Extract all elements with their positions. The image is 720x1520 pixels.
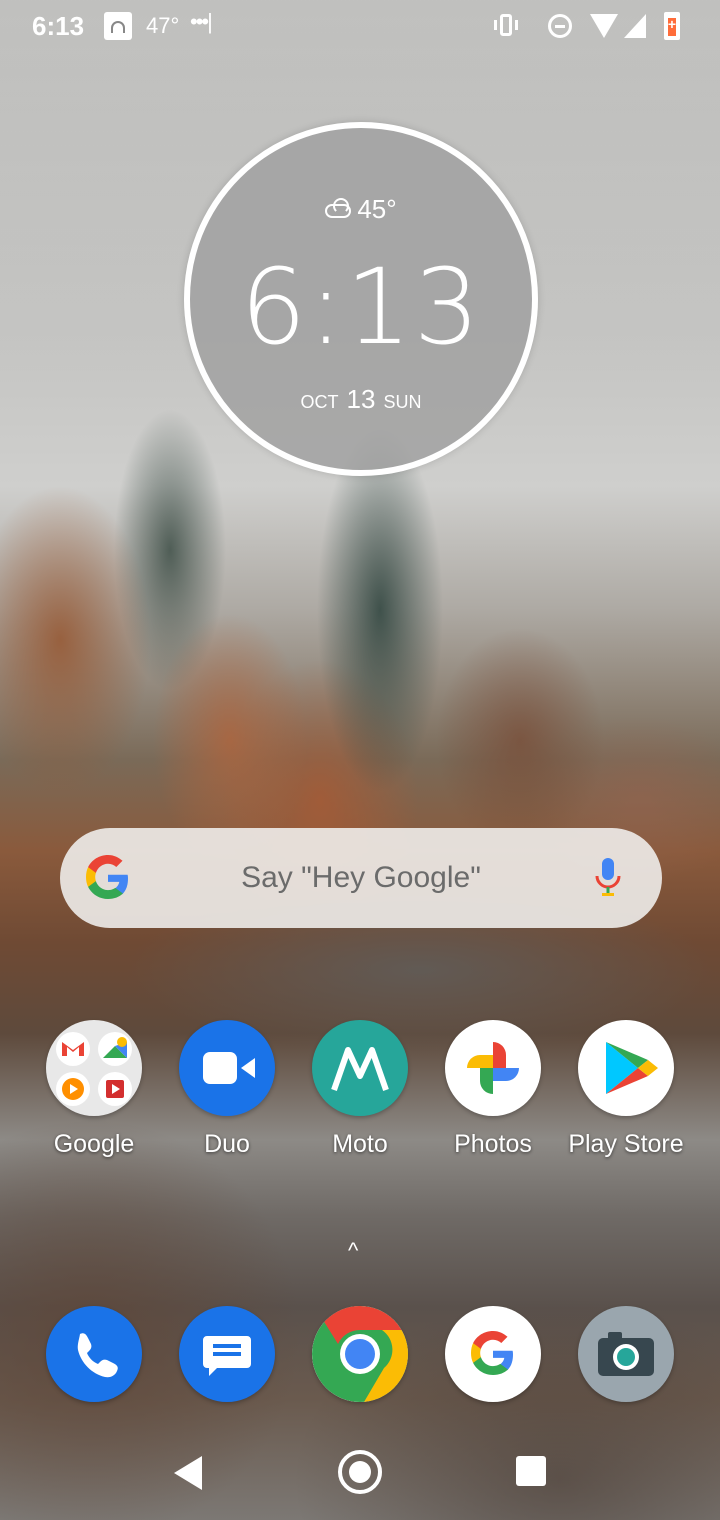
- dock-google[interactable]: [423, 1306, 563, 1402]
- status-time: 6:13: [32, 11, 85, 41]
- app-play-store[interactable]: Play Store: [556, 1020, 696, 1159]
- chrome-icon: [312, 1306, 408, 1402]
- cell-signal-icon: [624, 14, 646, 38]
- weather-temperature: 45°: [357, 194, 397, 224]
- video-camera-icon: [203, 1052, 255, 1084]
- clock-widget[interactable]: 45° 6:13 OCT 13 SUN: [184, 122, 538, 476]
- app-drawer-handle[interactable]: ^: [348, 1238, 358, 1264]
- app-label: Duo: [204, 1130, 250, 1158]
- status-more-notifications: •••|: [190, 9, 213, 34]
- home-icon[interactable]: [338, 1450, 382, 1494]
- play-store-icon: [578, 1020, 674, 1116]
- app-label: Photos: [454, 1130, 532, 1158]
- photos-icon: [445, 1020, 541, 1116]
- dock-phone[interactable]: [24, 1306, 164, 1402]
- status-temperature: 47°: [146, 13, 180, 38]
- photo-notification-icon: [104, 12, 132, 40]
- app-label: Google: [53, 1130, 135, 1158]
- microphone-icon[interactable]: [594, 856, 622, 902]
- google-search-bar[interactable]: Say "Hey Google": [60, 828, 662, 928]
- navigation-bar: [0, 1430, 720, 1520]
- messages-icon: [179, 1306, 275, 1402]
- dock-chrome[interactable]: [290, 1306, 430, 1402]
- cloud-icon: [325, 198, 352, 219]
- status-bar[interactable]: 6:13 47° •••|: [0, 0, 720, 56]
- dock-camera[interactable]: [556, 1306, 696, 1402]
- google-icon: [445, 1306, 541, 1402]
- app-photos[interactable]: Photos: [423, 1020, 563, 1159]
- camera-icon: [578, 1306, 674, 1402]
- google-folder-icon: [46, 1020, 142, 1116]
- back-icon[interactable]: [174, 1456, 202, 1490]
- clock-weather[interactable]: 45°: [190, 194, 532, 225]
- do-not-disturb-icon: [548, 14, 572, 38]
- play-movies-icon: [98, 1072, 132, 1106]
- app-label: Moto: [332, 1130, 388, 1158]
- duo-icon: [179, 1020, 275, 1116]
- moto-icon: [312, 1020, 408, 1116]
- app-moto[interactable]: Moto: [290, 1020, 430, 1159]
- clock-day: 13: [346, 384, 376, 414]
- dock-messages[interactable]: [157, 1306, 297, 1402]
- app-duo[interactable]: Duo: [157, 1020, 297, 1159]
- app-google-folder[interactable]: Google: [24, 1020, 164, 1159]
- clock-time: 6:13: [240, 246, 482, 368]
- play-music-icon: [56, 1072, 90, 1106]
- recents-icon[interactable]: [516, 1456, 546, 1486]
- gmail-icon: [56, 1032, 90, 1066]
- clock-date: OCT 13 SUN: [190, 384, 532, 415]
- clock-weekday: SUN: [383, 392, 422, 412]
- search-hint: Say "Hey Google": [241, 861, 481, 894]
- phone-icon: [46, 1306, 142, 1402]
- maps-icon: [98, 1032, 132, 1066]
- clock-month: OCT: [300, 392, 339, 412]
- wifi-icon: [590, 14, 618, 38]
- vibrate-icon: [494, 14, 518, 36]
- battery-charging-icon: [664, 12, 680, 40]
- app-label: Play Store: [568, 1130, 684, 1158]
